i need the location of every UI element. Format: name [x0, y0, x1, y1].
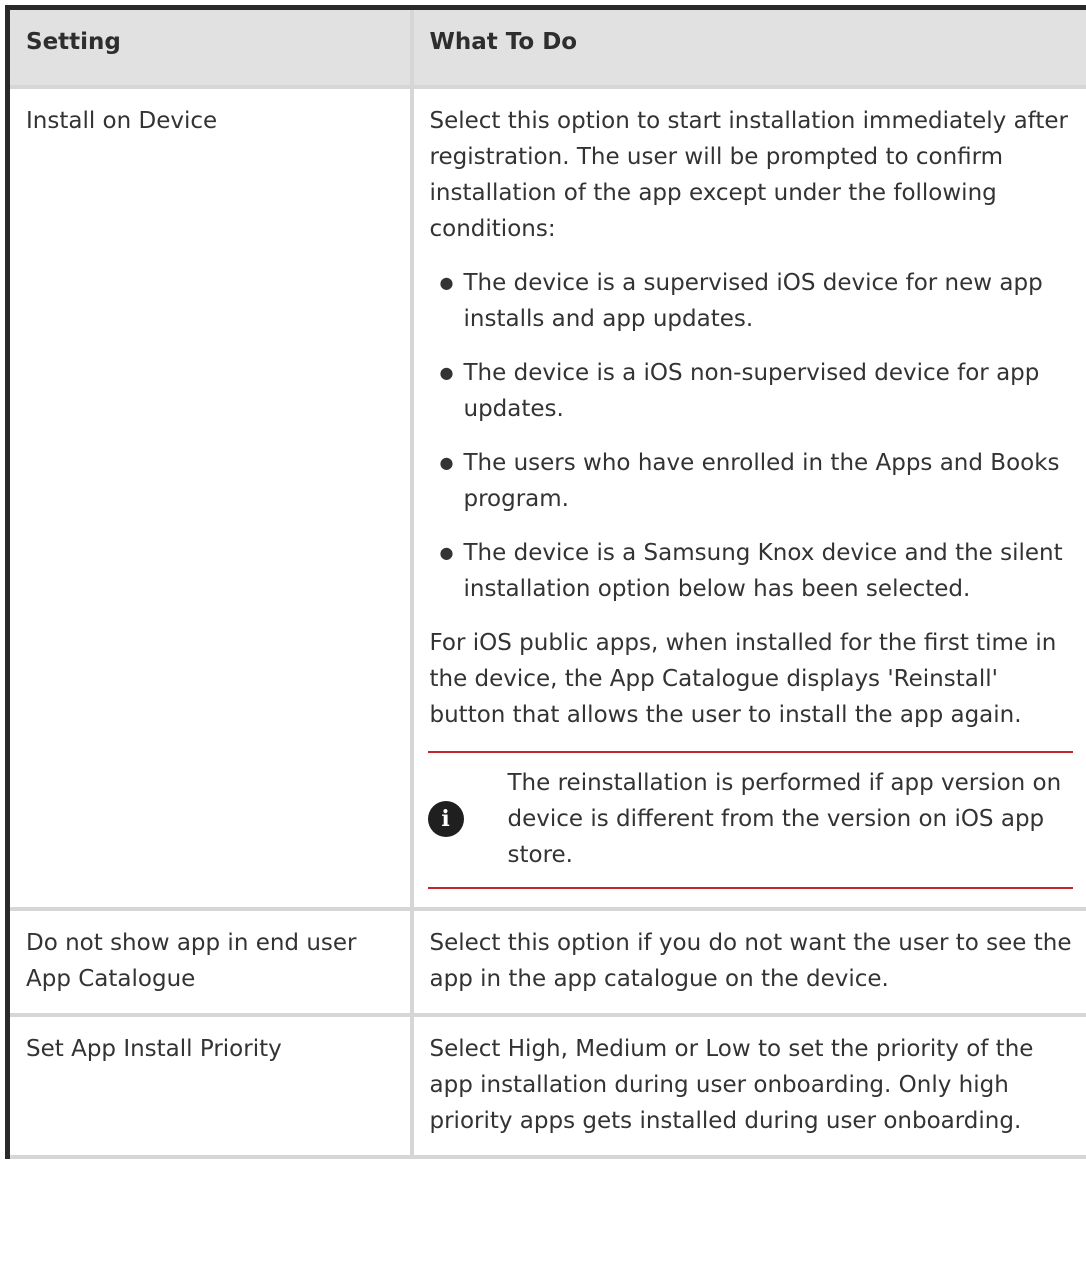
header-what-to-do: What To Do [409, 5, 1086, 89]
setting-install-on-device: Install on Device [5, 84, 414, 911]
header-setting: Setting [5, 5, 414, 89]
condition-text: The users who have enrolled in the Apps … [463, 449, 1060, 512]
condition-text: The device is a supervised iOS device fo… [463, 269, 1043, 332]
install-after-text: For iOS public apps, when installed for … [429, 629, 1057, 728]
table-header-row: Setting What To Do [5, 5, 1086, 89]
bullet-icon: ● [439, 452, 454, 472]
list-item: ● The device is a iOS non-supervised devi… [440, 355, 1073, 427]
description-install-on-device: Select this option to start installation… [409, 84, 1086, 911]
condition-text: The device is a iOS non-supervised devic… [463, 359, 1040, 422]
table-row: Set App Install Priority Select High, Me… [5, 1012, 1086, 1159]
setting-hide-from-catalogue: Do not show app in end user App Catalogu… [5, 906, 414, 1017]
note-callout: i The reinstallation is performed if app… [427, 750, 1073, 889]
table-row: Install on Device Select this option to … [5, 84, 1086, 911]
bullet-icon: ● [439, 542, 454, 562]
description-install-priority: Select High, Medium or Low to set the pr… [409, 1012, 1086, 1159]
list-item: ● The device is a supervised iOS device f… [440, 265, 1073, 337]
install-intro: Select this option to start installation… [429, 107, 1069, 242]
note-text: The reinstallation is performed if app v… [507, 769, 1062, 868]
description-hide-from-catalogue: Select this option if you do not want th… [409, 906, 1086, 1017]
list-item: ● The users who have enrolled in the Apps… [440, 445, 1073, 517]
condition-text: The device is a Samsung Knox device and … [463, 539, 1063, 602]
list-item: ● The device is a Samsung Knox device and… [440, 535, 1073, 607]
setting-install-priority: Set App Install Priority [5, 1012, 414, 1159]
settings-table: Setting What To Do Install on Device Sel… [5, 5, 1086, 1159]
conditions-list: ● The device is a supervised iOS device f… [430, 265, 1073, 607]
info-icon: i [427, 800, 464, 837]
bullet-icon: ● [439, 362, 454, 382]
table-row: Do not show app in end user App Catalogu… [5, 906, 1086, 1017]
bullet-icon: ● [439, 272, 454, 292]
